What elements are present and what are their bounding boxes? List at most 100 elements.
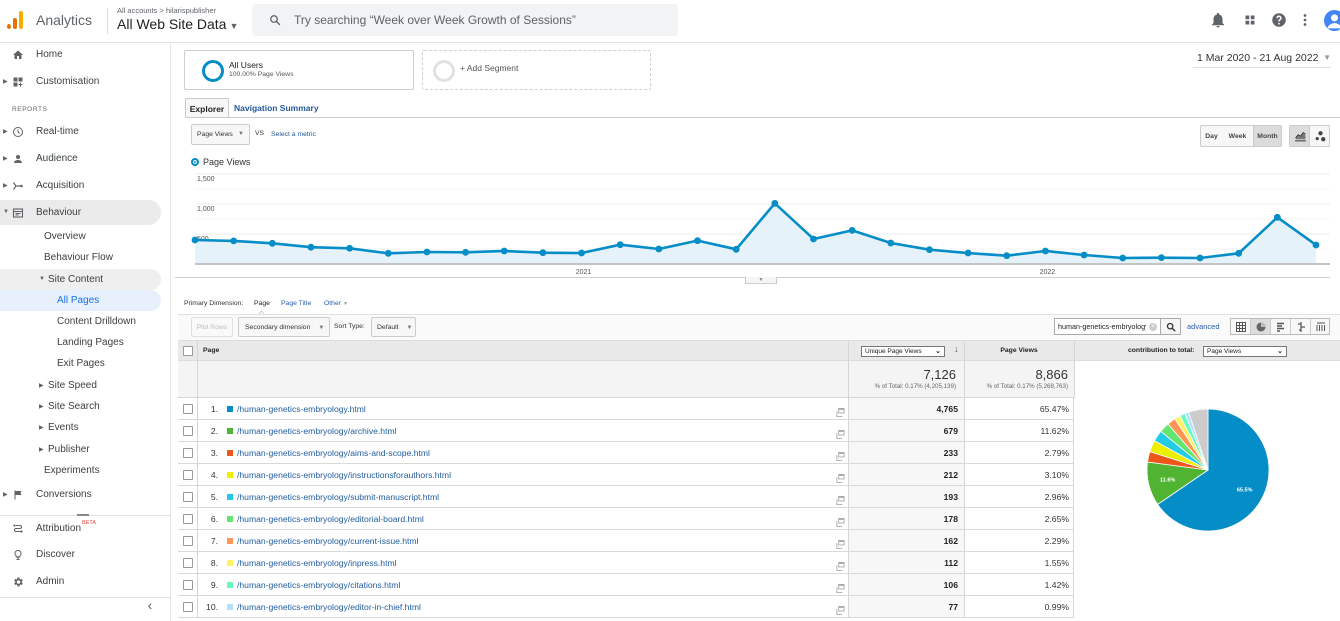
sidebar-item-site-content[interactable]: ▼ Site Content <box>0 269 161 290</box>
sidebar-item-content-drilldown[interactable]: Content Drilldown <box>0 311 161 333</box>
row-checkbox[interactable] <box>183 470 193 480</box>
sidebar-item-experiments[interactable]: Experiments <box>0 460 161 482</box>
sidebar-item-home[interactable]: Home <box>0 44 161 66</box>
row-checkbox[interactable] <box>183 404 193 414</box>
open-in-new-window-icon[interactable] <box>836 404 845 417</box>
open-in-new-window-icon[interactable] <box>836 558 845 571</box>
comparison-view-button[interactable] <box>1291 319 1311 334</box>
row-checkbox[interactable] <box>183 514 193 524</box>
page-link[interactable]: /human-genetics-embryology/current-issue… <box>237 536 419 546</box>
row-checkbox[interactable] <box>183 602 193 612</box>
sidebar-item-discover[interactable]: Discover <box>0 544 161 566</box>
granularity-week-button[interactable]: Week <box>1222 125 1254 147</box>
page-link[interactable]: /human-genetics-embryology/editor-in-chi… <box>237 602 421 612</box>
open-in-new-window-icon[interactable] <box>836 470 845 483</box>
sidebar-item-landing-pages[interactable]: Landing Pages <box>0 332 161 354</box>
page-link[interactable]: /human-genetics-embryology.html <box>237 404 366 414</box>
data-view-button[interactable] <box>1231 319 1251 334</box>
sidebar-item-customisation[interactable]: ▶ Customisation <box>0 71 161 93</box>
more-vert-icon[interactable] <box>1296 11 1314 29</box>
row-checkbox[interactable] <box>183 448 193 458</box>
row-checkbox[interactable] <box>183 558 193 568</box>
advanced-filter-link[interactable]: advanced <box>1187 322 1220 331</box>
account-picker[interactable]: All accounts > hilarispublisher All Web … <box>114 3 244 39</box>
performance-view-button[interactable] <box>1271 319 1291 334</box>
open-in-new-window-icon[interactable] <box>836 492 845 505</box>
apps-icon[interactable] <box>1241 11 1259 29</box>
row-checkbox[interactable] <box>183 426 193 436</box>
row-checkbox[interactable] <box>183 536 193 546</box>
sidebar-item-site-speed[interactable]: ▶ Site Speed <box>0 375 161 397</box>
page-link[interactable]: /human-genetics-embryology/instructionsf… <box>237 470 451 480</box>
granularity-day-button[interactable]: Day <box>1200 125 1223 147</box>
open-in-new-window-icon[interactable] <box>836 536 845 549</box>
line-chart-button[interactable] <box>1289 125 1310 147</box>
page-link[interactable]: /human-genetics-embryology/citations.htm… <box>237 580 400 590</box>
totals-row: 7,126 % of Total: 0.17% (4,205,139) 8,86… <box>178 361 1075 398</box>
table-filter-input[interactable] <box>1058 320 1146 333</box>
contribution-metric-select[interactable]: Page Views ⌄ <box>1203 346 1287 357</box>
dimension-option-page-title[interactable]: Page Title <box>281 300 311 307</box>
sidebar-item-behaviour-flow[interactable]: Behaviour Flow <box>0 247 161 269</box>
row-checkbox-cell <box>178 508 197 529</box>
sidebar-item-publisher[interactable]: ▶ Publisher <box>0 439 161 461</box>
sidebar-item-conversions[interactable]: ▶ Conversions <box>0 484 161 506</box>
chart-collapse-handle[interactable]: ▼ <box>745 277 777 284</box>
help-icon[interactable] <box>1270 11 1288 29</box>
open-in-new-window-icon[interactable] <box>836 602 845 615</box>
table-view-switcher <box>1230 318 1330 335</box>
secondary-dimension-dropdown[interactable]: Secondary dimension ▼ <box>238 317 330 337</box>
sidebar-item-events[interactable]: ▶ Events <box>0 417 161 439</box>
row-checkbox[interactable] <box>183 580 193 590</box>
open-in-new-window-icon[interactable] <box>836 514 845 527</box>
analytics-logo-icon[interactable] <box>5 10 27 32</box>
page-link[interactable]: /human-genetics-embryology/archive.html <box>237 426 397 436</box>
page-link[interactable]: /human-genetics-embryology/submit-manusc… <box>237 492 439 502</box>
sidebar-item-all-pages[interactable]: All Pages <box>0 290 161 311</box>
sidebar-item-acquisition[interactable]: ▶ Acquisition <box>0 175 161 197</box>
page-link[interactable]: /human-genetics-embryology/editorial-boa… <box>237 514 424 524</box>
column-header-page[interactable]: Page <box>203 341 219 361</box>
segment-all-users[interactable]: All Users 100.00% Page Views <box>184 50 414 90</box>
select-comparison-metric-link[interactable]: Select a metric <box>271 131 316 138</box>
search-bar[interactable] <box>252 4 678 36</box>
metric-selector[interactable]: Page Views ▼ <box>191 124 250 145</box>
pivot-view-button[interactable] <box>1311 319 1331 334</box>
plot-rows-button[interactable]: Plot Rows <box>191 317 233 337</box>
sidebar-item-attribution[interactable]: AttributionBETA <box>0 518 161 540</box>
motion-chart-button[interactable] <box>1309 125 1330 147</box>
page-link[interactable]: /human-genetics-embryology/inpress.html <box>237 558 397 568</box>
sidebar-item-real-time[interactable]: ▶ Real-time <box>0 121 161 143</box>
open-in-new-window-icon[interactable] <box>836 580 845 593</box>
tab-explorer[interactable]: Explorer <box>185 98 229 118</box>
sidebar-item-exit-pages[interactable]: Exit Pages <box>0 353 161 375</box>
tab-navigation-summary[interactable]: Navigation Summary <box>234 98 319 118</box>
account-avatar[interactable] <box>1324 10 1340 31</box>
select-all-checkbox[interactable] <box>183 346 193 356</box>
sidebar-item-site-search[interactable]: ▶ Site Search <box>0 396 161 418</box>
search-input[interactable] <box>292 10 662 30</box>
percentage-view-button[interactable] <box>1251 319 1271 334</box>
sidebar-item-behaviour[interactable]: ▼ Behaviour <box>0 200 161 225</box>
page-link[interactable]: /human-genetics-embryology/aims-and-scop… <box>237 448 430 458</box>
unique-page-views-metric-select[interactable]: Unique Page Views ⌄ <box>861 346 945 357</box>
sidebar-item-overview[interactable]: Overview <box>0 226 161 248</box>
granularity-month-button[interactable]: Month <box>1253 125 1282 147</box>
clear-filter-icon[interactable]: × <box>1149 323 1157 331</box>
dimension-option-other[interactable]: Other ▼ <box>324 300 348 307</box>
notifications-icon[interactable] <box>1209 11 1227 29</box>
date-range-picker[interactable]: 1 Mar 2020 - 21 Aug 2022 ▼ <box>1193 50 1331 68</box>
sidebar-resize-handle[interactable] <box>77 514 89 516</box>
dimension-option-page[interactable]: Page <box>254 300 270 307</box>
row-checkbox[interactable] <box>183 492 193 502</box>
open-in-new-window-icon[interactable] <box>836 426 845 439</box>
sidebar-item-admin[interactable]: Admin <box>0 571 161 593</box>
column-header-page-views[interactable]: Page Views <box>964 341 1074 361</box>
sort-type-dropdown[interactable]: Default ▼ <box>371 317 416 337</box>
sidebar-item-label: Experiments <box>44 465 100 476</box>
add-segment-button[interactable]: + Add Segment <box>422 50 651 90</box>
open-in-new-window-icon[interactable] <box>836 448 845 461</box>
sidebar-item-audience[interactable]: ▶ Audience <box>0 148 161 170</box>
collapse-sidebar-button[interactable]: ‹ <box>140 596 160 616</box>
filter-search-button[interactable] <box>1160 318 1181 335</box>
